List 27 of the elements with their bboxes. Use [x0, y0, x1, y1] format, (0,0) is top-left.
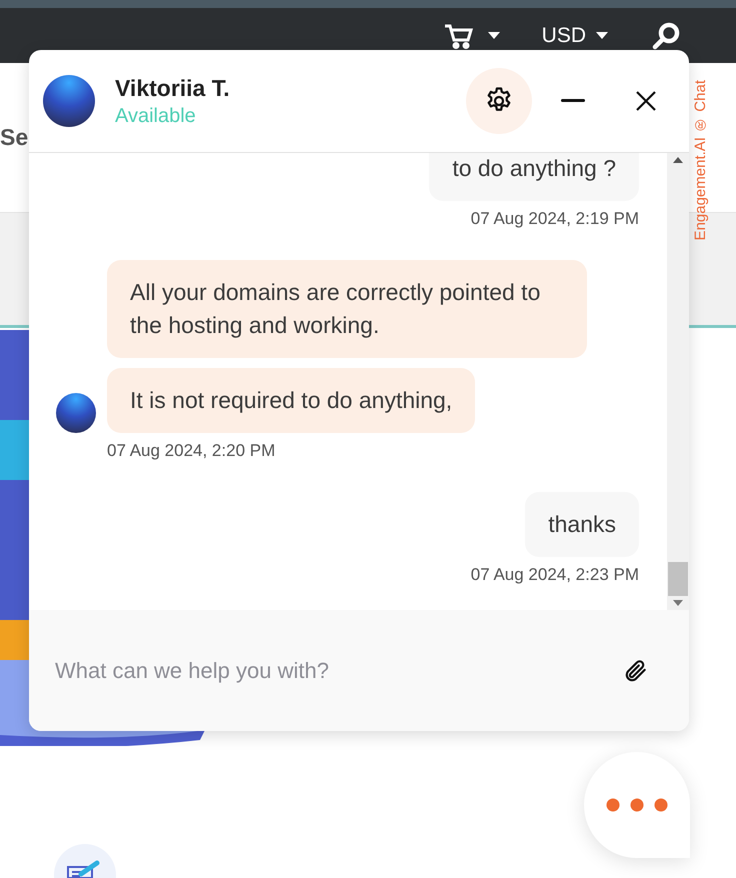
- minimize-icon: [561, 99, 585, 103]
- message-time: 07 Aug 2024, 2:19 PM: [470, 208, 639, 230]
- search-icon[interactable]: [652, 22, 680, 50]
- message-bubble: thanks: [525, 492, 639, 557]
- caret-icon: [596, 32, 608, 39]
- scroll-up-icon[interactable]: [673, 157, 683, 163]
- message-time: 07 Aug 2024, 2:20 PM: [107, 440, 276, 462]
- caret-icon: [488, 32, 500, 39]
- message-bubble: All your domains are correctly pointed to the hosting and working.: [107, 260, 587, 358]
- avatar-icon: [56, 393, 96, 433]
- message-bubble: to do anything ?: [429, 153, 639, 201]
- scrollbar[interactable]: [667, 153, 689, 610]
- agent-name: Viktoriia T.: [115, 74, 230, 103]
- message-bubble: It is not required to do anything,: [107, 368, 476, 433]
- message-time: 07 Aug 2024, 2:23 PM: [470, 564, 639, 586]
- avatar-icon: [43, 75, 95, 127]
- edit-document-icon[interactable]: [53, 843, 117, 878]
- agent-status: Available: [115, 104, 197, 129]
- section-heading: Se: [0, 123, 28, 152]
- scrollbar-thumb[interactable]: [668, 562, 688, 596]
- close-icon: [636, 91, 656, 111]
- paperclip-icon[interactable]: [623, 658, 649, 684]
- typing-dots-icon: [606, 798, 668, 812]
- currency-dropdown[interactable]: USD: [542, 20, 608, 52]
- scroll-down-icon[interactable]: [673, 600, 683, 606]
- message-input[interactable]: What can we help you with?: [55, 654, 623, 687]
- cart-button[interactable]: [444, 22, 500, 48]
